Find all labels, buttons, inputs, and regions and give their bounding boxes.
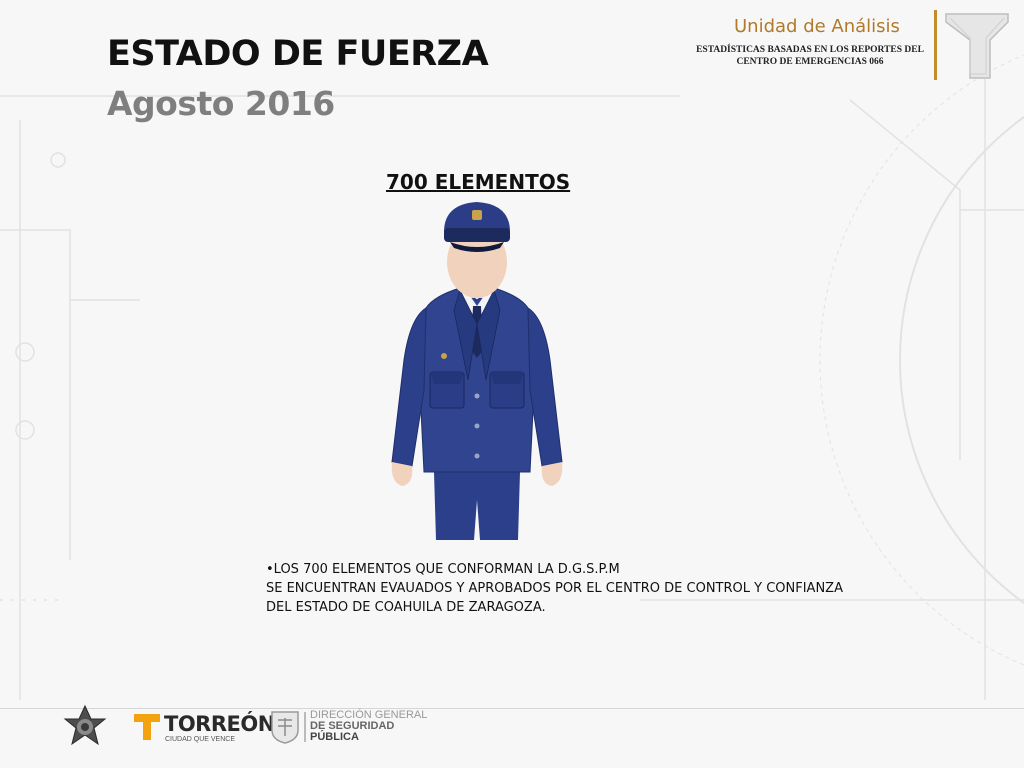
unit-divider xyxy=(934,10,937,80)
unit-title: Unidad de Análisis xyxy=(734,16,900,37)
torreon-slogan: CIUDAD QUE VENCE xyxy=(165,736,236,743)
page-title: ESTADO DE FUERZA xyxy=(107,34,489,74)
police-officer-illustration xyxy=(391,202,563,540)
dgsp-divider xyxy=(304,712,306,742)
dgsp-logo-text: DIRECCIÓN GENERAL DE SEGURIDAD PÚBLICA xyxy=(310,710,427,743)
evaluation-note: •LOS 700 ELEMENTOS QUE CONFORMAN LA D.G.… xyxy=(266,560,886,617)
municipal-seal-icon xyxy=(271,711,299,744)
unit-subtitle-line: ESTADÍSTICAS BASADAS EN LOS REPORTES DEL xyxy=(696,45,924,55)
note-line: DEL ESTADO DE COAHUILA DE ZARAGOZA. xyxy=(266,600,546,615)
police-star-icon xyxy=(63,704,107,746)
unit-logo-icon xyxy=(945,13,1009,79)
unit-subtitle-line: CENTRO DE EMERGENCIAS 066 xyxy=(736,57,884,67)
page-subtitle: Agosto 2016 xyxy=(107,84,335,123)
dgsp-line: PÚBLICA xyxy=(310,731,359,743)
torreon-name: TORREÓN xyxy=(164,712,275,736)
note-line: SE ENCUENTRAN EVAUADOS Y APROBADOS POR E… xyxy=(266,581,843,596)
footer-divider xyxy=(0,708,1024,709)
note-line: •LOS 700 ELEMENTOS QUE CONFORMAN LA D.G.… xyxy=(266,562,620,577)
unit-subtitle: ESTADÍSTICAS BASADAS EN LOS REPORTES DEL… xyxy=(686,44,934,68)
torreon-mark-icon xyxy=(134,714,160,740)
force-count: 700 ELEMENTOS xyxy=(386,170,571,194)
